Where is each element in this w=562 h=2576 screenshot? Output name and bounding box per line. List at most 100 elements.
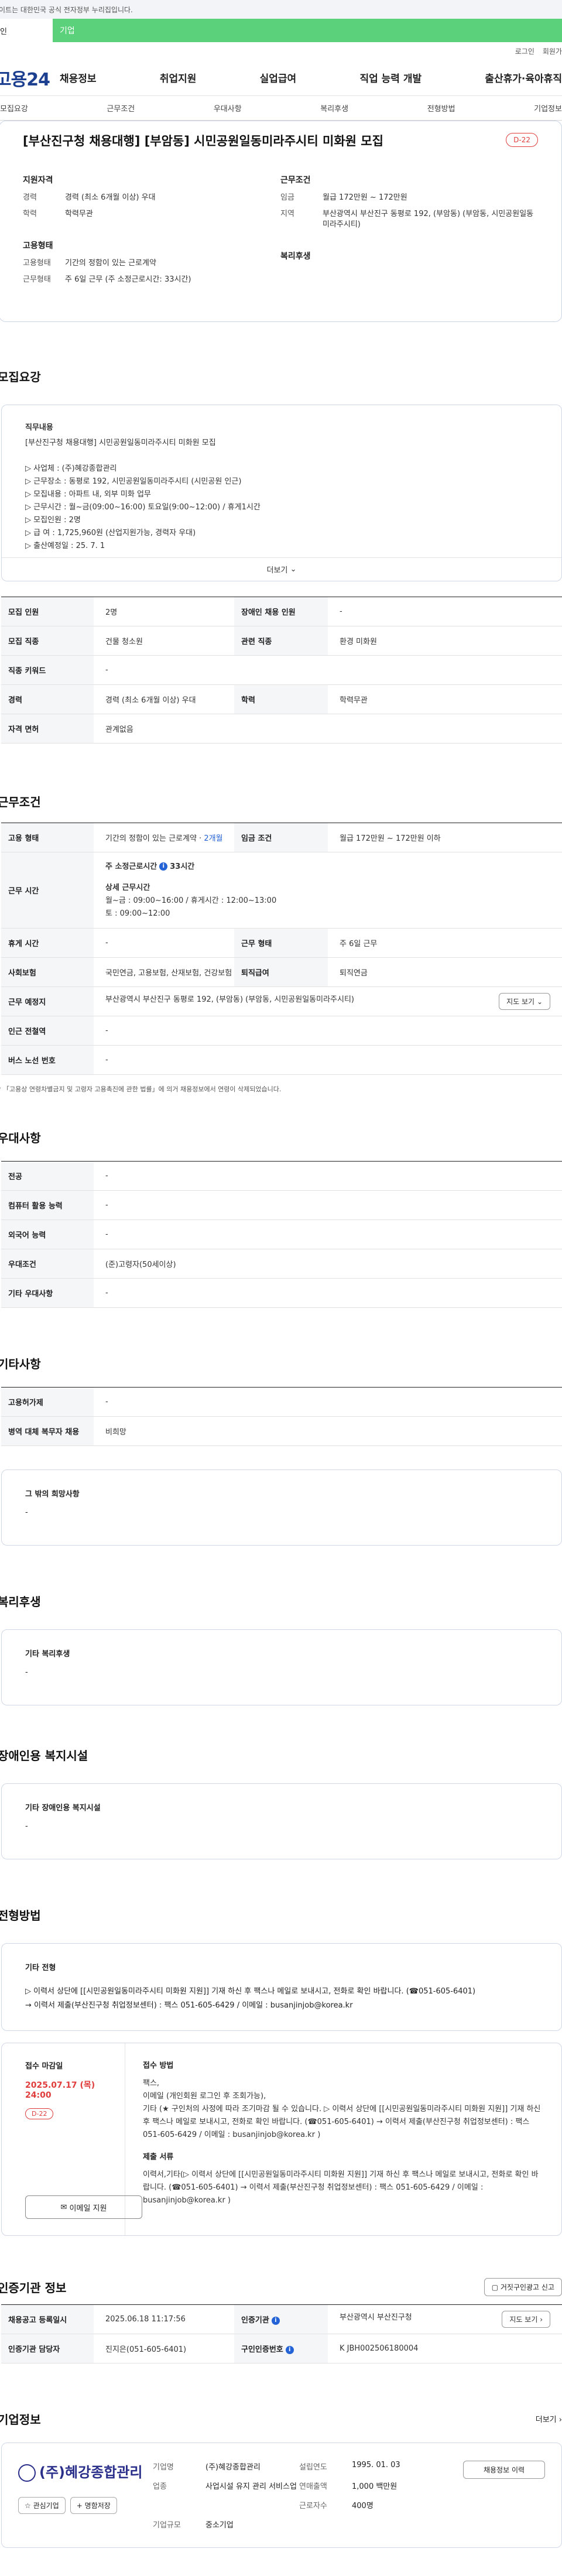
- tab-1[interactable]: 근무조건: [107, 102, 135, 114]
- wage-value: 월급 172만원 ~ 172만원 이하: [328, 823, 562, 852]
- break-value: -: [94, 928, 234, 958]
- welfare-value: -: [25, 1668, 28, 1677]
- section-etc-title: 기타사항: [0, 1357, 41, 1371]
- summary-row: 경력 경력 (최소 6개월 이상) 우대: [23, 193, 280, 203]
- tab-3[interactable]: 복리후생: [320, 102, 348, 114]
- gnb-item-1[interactable]: 취업지원: [160, 70, 197, 85]
- table-value-text: -: [105, 1201, 108, 1210]
- global-nav: 고용24 채용정보 취업지원 실업급여 직업 능력 개발 출산휴가·육아휴직: [0, 60, 562, 96]
- summary-row-key: 고용형태: [23, 259, 51, 268]
- table-value: -: [94, 655, 562, 685]
- text-line: 이메일 (개인회원 로그인 후 조회가능),: [143, 2092, 266, 2101]
- table-value-text: -: [340, 607, 342, 616]
- job-history-button[interactable]: 채용정보 이력: [463, 2461, 545, 2479]
- company-field-key: 업종: [153, 2482, 167, 2491]
- institution-table: 채용공고 등록일시 2025.06.18 11:17:56 인증기관 i 부산광역시 부…: [1, 2304, 562, 2363]
- table-value-text: K JBH002506180004: [340, 2344, 419, 2353]
- retire-key: 퇴직급여: [234, 957, 328, 987]
- company-field-value: 400명: [352, 2502, 373, 2510]
- break-key: 휴게 시간: [1, 928, 94, 958]
- tab-person-member[interactable]: 인: [0, 19, 53, 42]
- gnb-item-0[interactable]: 채용정보: [60, 70, 97, 85]
- login-link[interactable]: 로그인: [515, 46, 534, 56]
- site-logo[interactable]: 고용24: [0, 65, 60, 91]
- chevron-down-icon: ⌄: [536, 998, 543, 1006]
- info-icon[interactable]: i: [285, 2345, 294, 2354]
- company-field-value: 1995. 01. 03: [352, 2461, 400, 2469]
- detail-title: 직무내용: [25, 423, 53, 432]
- text-line: 이력서,기타(▷ 이력서 상단에 [[시민공원일동미라주시티 미화원 지원]] …: [143, 2170, 539, 2205]
- summary-left: 지원자격 경력 경력 (최소 6개월 이상) 우대 학력 학력무관 고용형태 고용형태…: [23, 174, 280, 305]
- email-apply-button[interactable]: ✉ 이메일 지원: [25, 2195, 142, 2219]
- summary-right: 근무조건 임금 월급 172만원 ~ 172만원 지역 부산광역시 부산진구 동평로 …: [280, 174, 538, 305]
- info-icon[interactable]: i: [159, 862, 168, 871]
- summary-row-value: 부산광역시 부산진구 동평로 192, (부암동) (부암동, 시민공원일동미라…: [323, 210, 534, 229]
- join-link[interactable]: 회원가: [543, 46, 562, 56]
- table-row: 외국어 능력 -: [1, 1220, 562, 1249]
- tab-0[interactable]: 모집요강: [0, 102, 28, 114]
- preference-table: 전공 - 컴퓨터 활용 능력 - 외국어 능력 - 우대조건 (준)고령자(50세이상) 기타 …: [1, 1161, 562, 1308]
- table-value: -: [94, 1190, 562, 1220]
- tab-5[interactable]: 기업정보: [534, 102, 562, 114]
- table-value-text: -: [105, 666, 108, 674]
- map-button[interactable]: 지도 보기 ⌄: [499, 993, 550, 1010]
- table-value: 건물 청소원: [94, 626, 234, 656]
- tab-corp-member[interactable]: 기업: [53, 19, 562, 42]
- retire-value: 퇴직연금: [328, 957, 562, 987]
- more-button[interactable]: 더보기 ⌄: [2, 557, 561, 581]
- table-key: 모집 인원: [1, 597, 94, 626]
- table-value: -: [94, 1387, 562, 1417]
- table-row: 우대조건 (준)고령자(50세이상): [1, 1249, 562, 1279]
- table-value-text: 학력무관: [340, 696, 368, 705]
- hours-detail-line: 월~금 : 09:00~16:00 / 휴게시간 : 12:00~13:00: [105, 896, 277, 905]
- table-key: 병역 대체 복무자 채용: [1, 1416, 94, 1446]
- save-card-button[interactable]: + 명함저장: [70, 2497, 117, 2514]
- gnb-item-3[interactable]: 직업 능력 개발: [359, 70, 422, 85]
- wish-box: 그 밖의 희망사항 -: [1, 1469, 562, 1546]
- table-key: 고용허가제: [1, 1387, 94, 1417]
- detail-line: ▷ 근무장소 : 동평로 192, 시민공원일동미라주시티 (시민공원 인근): [25, 477, 242, 486]
- disabled-value: -: [25, 1822, 28, 1831]
- table-row: 자격 면허 관계없음: [1, 714, 562, 744]
- place-key: 근무 예정지: [1, 986, 94, 1016]
- chevron-right-icon: ›: [537, 2315, 543, 2324]
- posting-title: [부산진구청 채용대행] [부암동] 시민공원일동미라주시티 미화원 모집: [23, 134, 383, 148]
- place-text: 부산광역시 부산진구 동평로 192, (부암동) (부암동, 시민공원일동미라…: [105, 995, 354, 1004]
- gnb-item-4[interactable]: 출산휴가·육아휴직: [485, 70, 562, 85]
- summary-row: 학력 학력무관: [23, 209, 280, 220]
- table-key: 자격 면허: [1, 714, 94, 744]
- tab-2[interactable]: 우대사항: [214, 102, 242, 114]
- selection-box-title: 기타 전형: [25, 1964, 56, 1972]
- table-row: 병역 대체 복무자 채용 비희망: [1, 1416, 562, 1446]
- company-field-value: (주)혜강종합관리: [205, 2463, 261, 2472]
- company-more-link[interactable]: 더보기 ›: [536, 2413, 562, 2424]
- job-posting-page: 이트는 대한민국 공식 전자정부 누리집입니다. 인 기업 로그인 회원가 고용…: [0, 0, 562, 2576]
- company-field-key: [153, 2499, 205, 2510]
- gnb-item-2[interactable]: 실업급여: [260, 70, 297, 85]
- map-button[interactable]: 지도 보기 ›: [502, 2311, 550, 2328]
- table-row: 인증기관 담당자 진지은(051-605-6401) 구인인증번호 i K JBH002…: [1, 2334, 562, 2363]
- etc-table: 고용허가제 - 병역 대체 복무자 채용 비희망: [1, 1387, 562, 1446]
- gnb-menu: 채용정보 취업지원 실업급여 직업 능력 개발 출산휴가·육아휴직: [60, 70, 562, 85]
- detail-line: ▷ 모집인원 : 2명: [25, 516, 81, 525]
- table-row: 컴퓨터 활용 능력 -: [1, 1190, 562, 1220]
- bus-key: 버스 노선 번호: [1, 1045, 94, 1075]
- summary-row-value: 주 6일 근무 (주 소정근로시간: 33시간): [65, 275, 191, 284]
- table-row: 경력 경력 (최소 6개월 이상) 우대 학력 학력무관: [1, 684, 562, 714]
- table-row: 전공 -: [1, 1161, 562, 1191]
- deadline-date: 2025.07.17 (목) 24:00: [25, 2081, 95, 2100]
- text-line: ▷ 이력서 상단에 [[시민공원일동미라주시티 미화원 지원]] 기재 하신 후…: [25, 1987, 476, 1996]
- table-value: 학력무관: [328, 684, 562, 714]
- detail-text: [부산진구청 채용대행] 시민공원일동미라주시티 미화원 모집 ▷ 사업체 : (…: [25, 437, 538, 553]
- hours-key: 근무 시간: [1, 852, 94, 929]
- favorite-company-button[interactable]: ☆ 관심기업: [18, 2497, 66, 2514]
- company-more-label: 더보기: [535, 2416, 557, 2424]
- tab-4[interactable]: 전형방법: [427, 102, 455, 114]
- detail-line: ▷ 근무시간 : 월~금(09:00~16:00) 토요일(9:00~12:00…: [25, 503, 261, 512]
- table-value-text: 2명: [105, 608, 118, 617]
- table-row: 고용허가제 -: [1, 1387, 562, 1417]
- company-box: (주)혜강종합관리 ☆ 관심기업 + 명함저장 기업명 (주)혜강종합관리 설립연도…: [1, 2443, 562, 2548]
- info-icon[interactable]: i: [271, 2316, 280, 2325]
- report-button[interactable]: ▢ 거짓구인광고 신고: [484, 2278, 562, 2296]
- summary-row-key: 학력: [23, 210, 37, 218]
